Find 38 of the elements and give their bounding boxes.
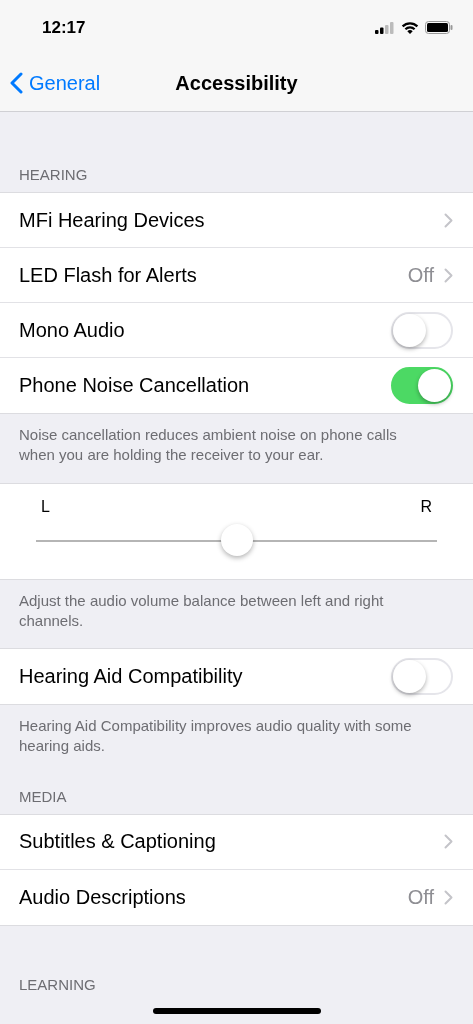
chevron-left-icon — [10, 72, 23, 94]
settings-row[interactable]: Hearing Aid Compatibility — [0, 649, 473, 704]
section-header: HEARING — [18, 165, 89, 185]
row-label: Subtitles & Captioning — [19, 830, 216, 853]
section-header: MEDIA — [18, 786, 68, 807]
settings-row[interactable]: Mono Audio — [0, 303, 473, 358]
row-label: Phone Noise Cancellation — [19, 374, 250, 397]
row-value: Off — [407, 885, 434, 909]
balance-slider[interactable] — [36, 523, 437, 558]
slider-thumb[interactable] — [220, 523, 253, 556]
section-footer: Hearing Aid Compatibility improves audio quality with some hearing aids. — [0, 705, 473, 774]
status-time: 12:17 — [42, 17, 86, 38]
left-label: L — [41, 497, 50, 516]
settings-row[interactable]: MFi Hearing Devices — [0, 193, 473, 248]
row-label: Mono Audio — [19, 318, 125, 342]
wifi-icon — [401, 21, 419, 34]
signal-icon — [375, 21, 395, 34]
page-title: Accessibility — [175, 71, 298, 95]
section-footer: Adjust the audio volume balance between left and right channels. — [0, 579, 473, 648]
chevron-right-icon — [444, 212, 453, 228]
row-label: Audio Descriptions — [19, 885, 186, 909]
settings-row[interactable]: LED Flash for Alerts Off — [0, 248, 473, 303]
chevron-right-icon — [444, 267, 453, 283]
row-label: LED Flash for Alerts — [19, 263, 197, 287]
row-value: Off — [407, 263, 434, 287]
toggle-switch[interactable] — [391, 367, 453, 404]
settings-row[interactable]: Audio Descriptions Off — [0, 869, 473, 925]
chevron-right-icon — [444, 889, 453, 905]
battery-icon — [425, 21, 453, 34]
chevron-right-icon — [444, 834, 453, 849]
right-label: R — [420, 497, 432, 516]
section-header: LEARNING — [18, 974, 97, 995]
settings-row[interactable]: Phone Noise Cancellation — [0, 358, 473, 413]
section-footer: Noise cancellation reduces ambient noise on phone calls when you are holding the receiver to your ear. — [0, 414, 473, 483]
row-label: MFi Hearing Devices — [19, 208, 205, 232]
row-label: Hearing Aid Compatibility — [19, 665, 243, 688]
settings-row[interactable]: Subtitles & Captioning — [0, 814, 473, 870]
back-button[interactable]: General — [0, 71, 101, 95]
